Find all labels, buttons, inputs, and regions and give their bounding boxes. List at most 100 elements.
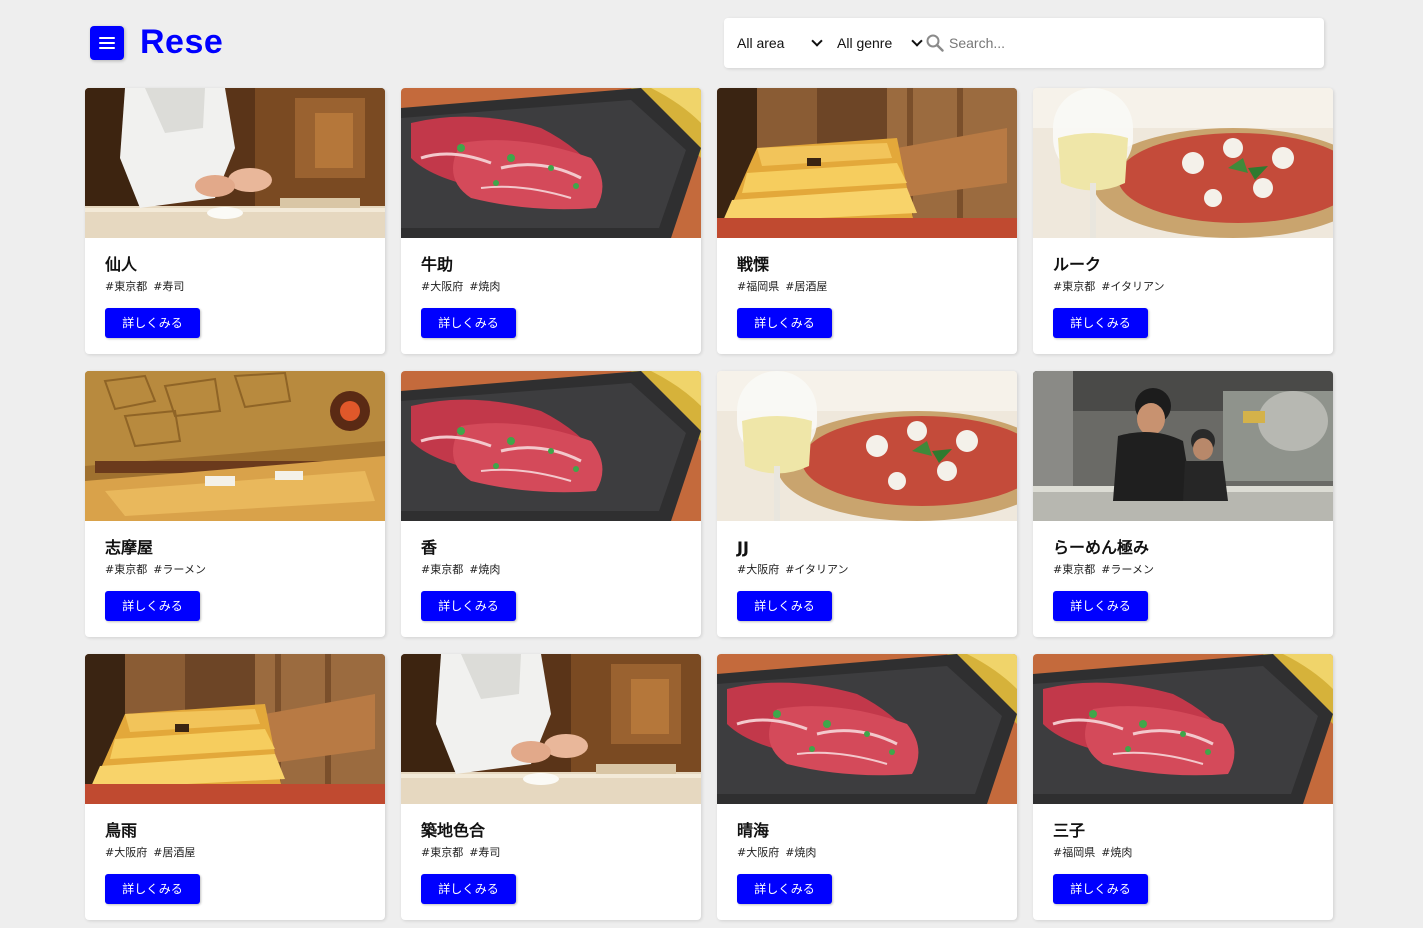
shop-photo — [717, 371, 1017, 521]
genre-tag: #ラーメン — [153, 563, 206, 576]
site-header: Rese All area All genre — [0, 0, 1423, 88]
hamburger-menu-icon[interactable] — [90, 26, 124, 60]
detail-button[interactable]: 詳しくみる — [737, 591, 832, 621]
shop-card-body: JJ #大阪府 #イタリアン 詳しくみる — [737, 521, 997, 621]
genre-tag: #焼肉 — [469, 280, 501, 293]
area-tag: #福岡県 — [737, 280, 780, 293]
shop-image — [1033, 371, 1333, 521]
shop-card-body: らーめん極み #東京都 #ラーメン 詳しくみる — [1053, 521, 1313, 621]
shop-image — [401, 371, 701, 521]
genre-tag: #焼肉 — [469, 563, 501, 576]
detail-button[interactable]: 詳しくみる — [1053, 874, 1148, 904]
shop-image — [85, 654, 385, 804]
area-tag: #東京都 — [1053, 563, 1096, 576]
shop-card-body: 築地色合 #東京都 #寿司 詳しくみる — [421, 804, 681, 904]
detail-button[interactable]: 詳しくみる — [737, 874, 832, 904]
shop-name: 香 — [421, 538, 438, 557]
detail-button[interactable]: 詳しくみる — [1053, 308, 1148, 338]
area-tag: #大阪府 — [105, 846, 148, 859]
shop-card: 晴海 #大阪府 #焼肉 詳しくみる — [717, 654, 1017, 920]
shop-tags: #東京都 #焼肉 — [421, 563, 681, 577]
area-tag: #東京都 — [1053, 280, 1096, 293]
menu-line — [99, 37, 115, 39]
detail-button[interactable]: 詳しくみる — [737, 308, 832, 338]
shop-name: 晴海 — [737, 821, 770, 840]
shop-photo — [1033, 371, 1333, 521]
shop-name: らーめん極み — [1053, 538, 1150, 557]
area-tag: #福岡県 — [1053, 846, 1096, 859]
shop-photo — [401, 88, 701, 238]
shop-photo — [717, 88, 1017, 238]
shop-tags: #福岡県 #居酒屋 — [737, 280, 997, 294]
shop-name: 牛助 — [421, 255, 454, 274]
shop-name: 鳥雨 — [105, 821, 138, 840]
area-tag: #大阪府 — [737, 563, 780, 576]
shop-card-body: 香 #東京都 #焼肉 詳しくみる — [421, 521, 681, 621]
search-input[interactable] — [946, 28, 1309, 58]
area-select[interactable]: All area — [737, 18, 823, 68]
shop-image — [401, 88, 701, 238]
shop-card: 鳥雨 #大阪府 #居酒屋 詳しくみる — [85, 654, 385, 920]
shop-name: 三子 — [1053, 821, 1086, 840]
shop-name: 築地色合 — [421, 821, 486, 840]
shop-tags: #大阪府 #居酒屋 — [105, 846, 365, 860]
shop-card-body: 志摩屋 #東京都 #ラーメン 詳しくみる — [105, 521, 365, 621]
shop-image — [717, 654, 1017, 804]
shop-card-body: 仙人 #東京都 #寿司 詳しくみる — [105, 238, 365, 338]
shop-card-body: 鳥雨 #大阪府 #居酒屋 詳しくみる — [105, 804, 365, 904]
menu-line — [99, 42, 115, 44]
detail-button[interactable]: 詳しくみる — [1053, 591, 1148, 621]
menu-line — [99, 47, 115, 49]
detail-button[interactable]: 詳しくみる — [105, 591, 200, 621]
shop-image — [1033, 88, 1333, 238]
genre-select[interactable]: All genre — [837, 18, 923, 68]
shop-card-body: 戦慄 #福岡県 #居酒屋 詳しくみる — [737, 238, 997, 338]
genre-tag: #焼肉 — [785, 846, 817, 859]
shop-card-body: 晴海 #大阪府 #焼肉 詳しくみる — [737, 804, 997, 904]
shop-name: 仙人 — [105, 255, 138, 274]
shop-name: ルーク — [1053, 255, 1102, 274]
area-tag: #大阪府 — [737, 846, 780, 859]
genre-tag: #寿司 — [153, 280, 185, 293]
shop-photo — [401, 654, 701, 804]
area-tag: #東京都 — [421, 563, 464, 576]
shop-tags: #東京都 #ラーメン — [105, 563, 365, 577]
shop-image — [85, 371, 385, 521]
detail-button[interactable]: 詳しくみる — [105, 874, 200, 904]
shop-photo — [1033, 88, 1333, 238]
detail-button[interactable]: 詳しくみる — [421, 591, 516, 621]
genre-tag: #焼肉 — [1101, 846, 1133, 859]
shop-card-body: 牛助 #大阪府 #焼肉 詳しくみる — [421, 238, 681, 338]
shop-photo — [85, 371, 385, 521]
shop-grid: 仙人 #東京都 #寿司 詳しくみる 牛助 #大阪府 #焼肉 詳しくみる 戦慄 #… — [85, 88, 1333, 920]
shop-image — [401, 654, 701, 804]
shop-photo — [85, 654, 385, 804]
magnifier-icon — [926, 34, 944, 52]
area-tag: #東京都 — [421, 846, 464, 859]
detail-button[interactable]: 詳しくみる — [421, 308, 516, 338]
shop-tags: #東京都 #ラーメン — [1053, 563, 1313, 577]
area-tag: #東京都 — [105, 280, 148, 293]
detail-button[interactable]: 詳しくみる — [105, 308, 200, 338]
area-tag: #大阪府 — [421, 280, 464, 293]
shop-image — [85, 88, 385, 238]
shop-image — [717, 371, 1017, 521]
shop-image — [1033, 654, 1333, 804]
search-bar: All area All genre — [724, 18, 1324, 68]
shop-tags: #福岡県 #焼肉 — [1053, 846, 1313, 860]
shop-name: JJ — [737, 538, 749, 557]
detail-button[interactable]: 詳しくみる — [421, 874, 516, 904]
shop-card: 香 #東京都 #焼肉 詳しくみる — [401, 371, 701, 637]
shop-tags: #東京都 #寿司 — [105, 280, 365, 294]
site-logo[interactable]: Rese — [140, 20, 223, 64]
shop-card: JJ #大阪府 #イタリアン 詳しくみる — [717, 371, 1017, 637]
shop-name: 戦慄 — [737, 255, 770, 274]
shop-name: 志摩屋 — [105, 538, 154, 557]
chevron-down-icon — [911, 35, 923, 47]
shop-card: 牛助 #大阪府 #焼肉 詳しくみる — [401, 88, 701, 354]
shop-card: らーめん極み #東京都 #ラーメン 詳しくみる — [1033, 371, 1333, 637]
genre-tag: #寿司 — [469, 846, 501, 859]
shop-photo — [1033, 654, 1333, 804]
genre-tag: #ラーメン — [1101, 563, 1154, 576]
shop-tags: #東京都 #寿司 — [421, 846, 681, 860]
